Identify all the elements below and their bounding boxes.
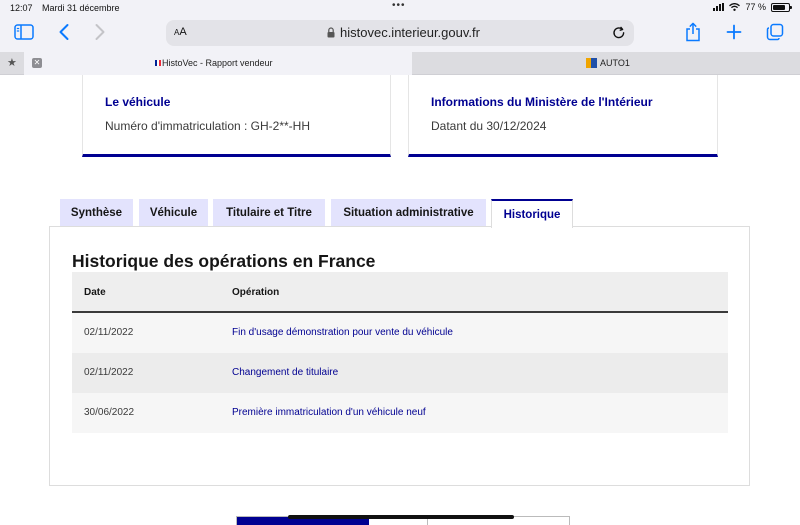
table-header: Date Opération: [72, 272, 728, 313]
battery-icon: [771, 2, 792, 12]
signal-icon: [713, 3, 725, 11]
home-indicator[interactable]: [288, 515, 514, 519]
ministry-info-card: Informations du Ministère de l'Intérieur…: [408, 75, 718, 157]
wifi-icon: [729, 3, 741, 11]
browser-tab-bar: ★ ✕ HistoVec - Rapport vendeur AUTO1: [0, 52, 800, 75]
reload-icon[interactable]: [611, 25, 627, 41]
tab-title: AUTO1: [600, 58, 630, 68]
french-flag-icon: [155, 60, 161, 66]
row-operation: Changement de titulaire: [232, 367, 339, 378]
browser-toolbar: AA histovec.interieur.gouv.fr: [0, 16, 800, 52]
lock-icon: [327, 27, 335, 38]
history-panel: Historique des opérations en France Date…: [49, 226, 750, 486]
history-table: Date Opération 02/11/2022 Fin d'usage dé…: [72, 272, 728, 433]
vehicle-card-title: Le véhicule: [105, 95, 171, 109]
back-icon[interactable]: [58, 22, 70, 42]
row-date: 02/11/2022: [84, 367, 134, 378]
bookmark-star-icon[interactable]: ★: [7, 56, 17, 69]
table-body: 02/11/2022 Fin d'usage démonstration pou…: [72, 313, 728, 433]
share-icon[interactable]: [685, 22, 701, 42]
auto1-logo-icon: [586, 58, 597, 68]
tabs-overview-icon[interactable]: [766, 22, 784, 42]
row-operation: Fin d'usage démonstration pour vente du …: [232, 327, 453, 338]
row-operation: Première immatriculation d'un véhicule n…: [232, 407, 426, 418]
status-indicators: 77 %: [713, 2, 792, 12]
history-title: Historique des opérations en France: [72, 251, 376, 271]
tab-synthese[interactable]: Synthèse: [60, 199, 133, 227]
tab-situation-administrative[interactable]: Situation administrative: [331, 199, 486, 227]
new-tab-icon[interactable]: [726, 22, 742, 42]
status-bar: 12:07 Mardi 31 décembre ••• 77 %: [0, 0, 800, 16]
browser-tab-auto1[interactable]: AUTO1: [413, 52, 800, 75]
data-date: Datant du 30/12/2024: [431, 119, 547, 133]
table-row: 02/11/2022 Changement de titulaire: [72, 353, 728, 393]
url-text[interactable]: histovec.interieur.gouv.fr: [340, 25, 480, 40]
tab-vehicule[interactable]: Véhicule: [139, 199, 208, 227]
multitasking-dots-icon[interactable]: •••: [392, 0, 406, 11]
status-time: 12:07: [10, 3, 33, 13]
forward-icon[interactable]: [94, 22, 106, 42]
column-header-date: Date: [84, 287, 106, 298]
registration-number: Numéro d'immatriculation : GH-2**-HH: [105, 119, 311, 133]
close-tab-icon[interactable]: ✕: [32, 58, 42, 68]
row-date: 30/06/2022: [84, 407, 135, 418]
tab-title: HistoVec - Rapport vendeur: [162, 58, 273, 68]
column-header-operation: Opération: [232, 287, 280, 298]
table-row: 30/06/2022 Première immatriculation d'un…: [72, 393, 728, 433]
browser-tab-histovec[interactable]: ✕ HistoVec - Rapport vendeur: [24, 52, 412, 75]
vehicle-card: Le véhicule Numéro d'immatriculation : G…: [82, 75, 391, 157]
sidebar-icon[interactable]: [14, 22, 34, 42]
text-size-button[interactable]: AA: [174, 26, 187, 38]
battery-percent: 77 %: [745, 2, 766, 12]
tab-titulaire-et-titre[interactable]: Titulaire et Titre: [213, 199, 325, 227]
row-date: 02/11/2022: [84, 327, 134, 338]
status-date: Mardi 31 décembre: [42, 3, 120, 13]
address-bar[interactable]: AA histovec.interieur.gouv.fr: [166, 20, 634, 46]
tab-historique[interactable]: Historique: [491, 199, 573, 228]
table-row: 02/11/2022 Fin d'usage démonstration pou…: [72, 313, 728, 353]
ministry-card-title: Informations du Ministère de l'Intérieur: [431, 95, 653, 109]
